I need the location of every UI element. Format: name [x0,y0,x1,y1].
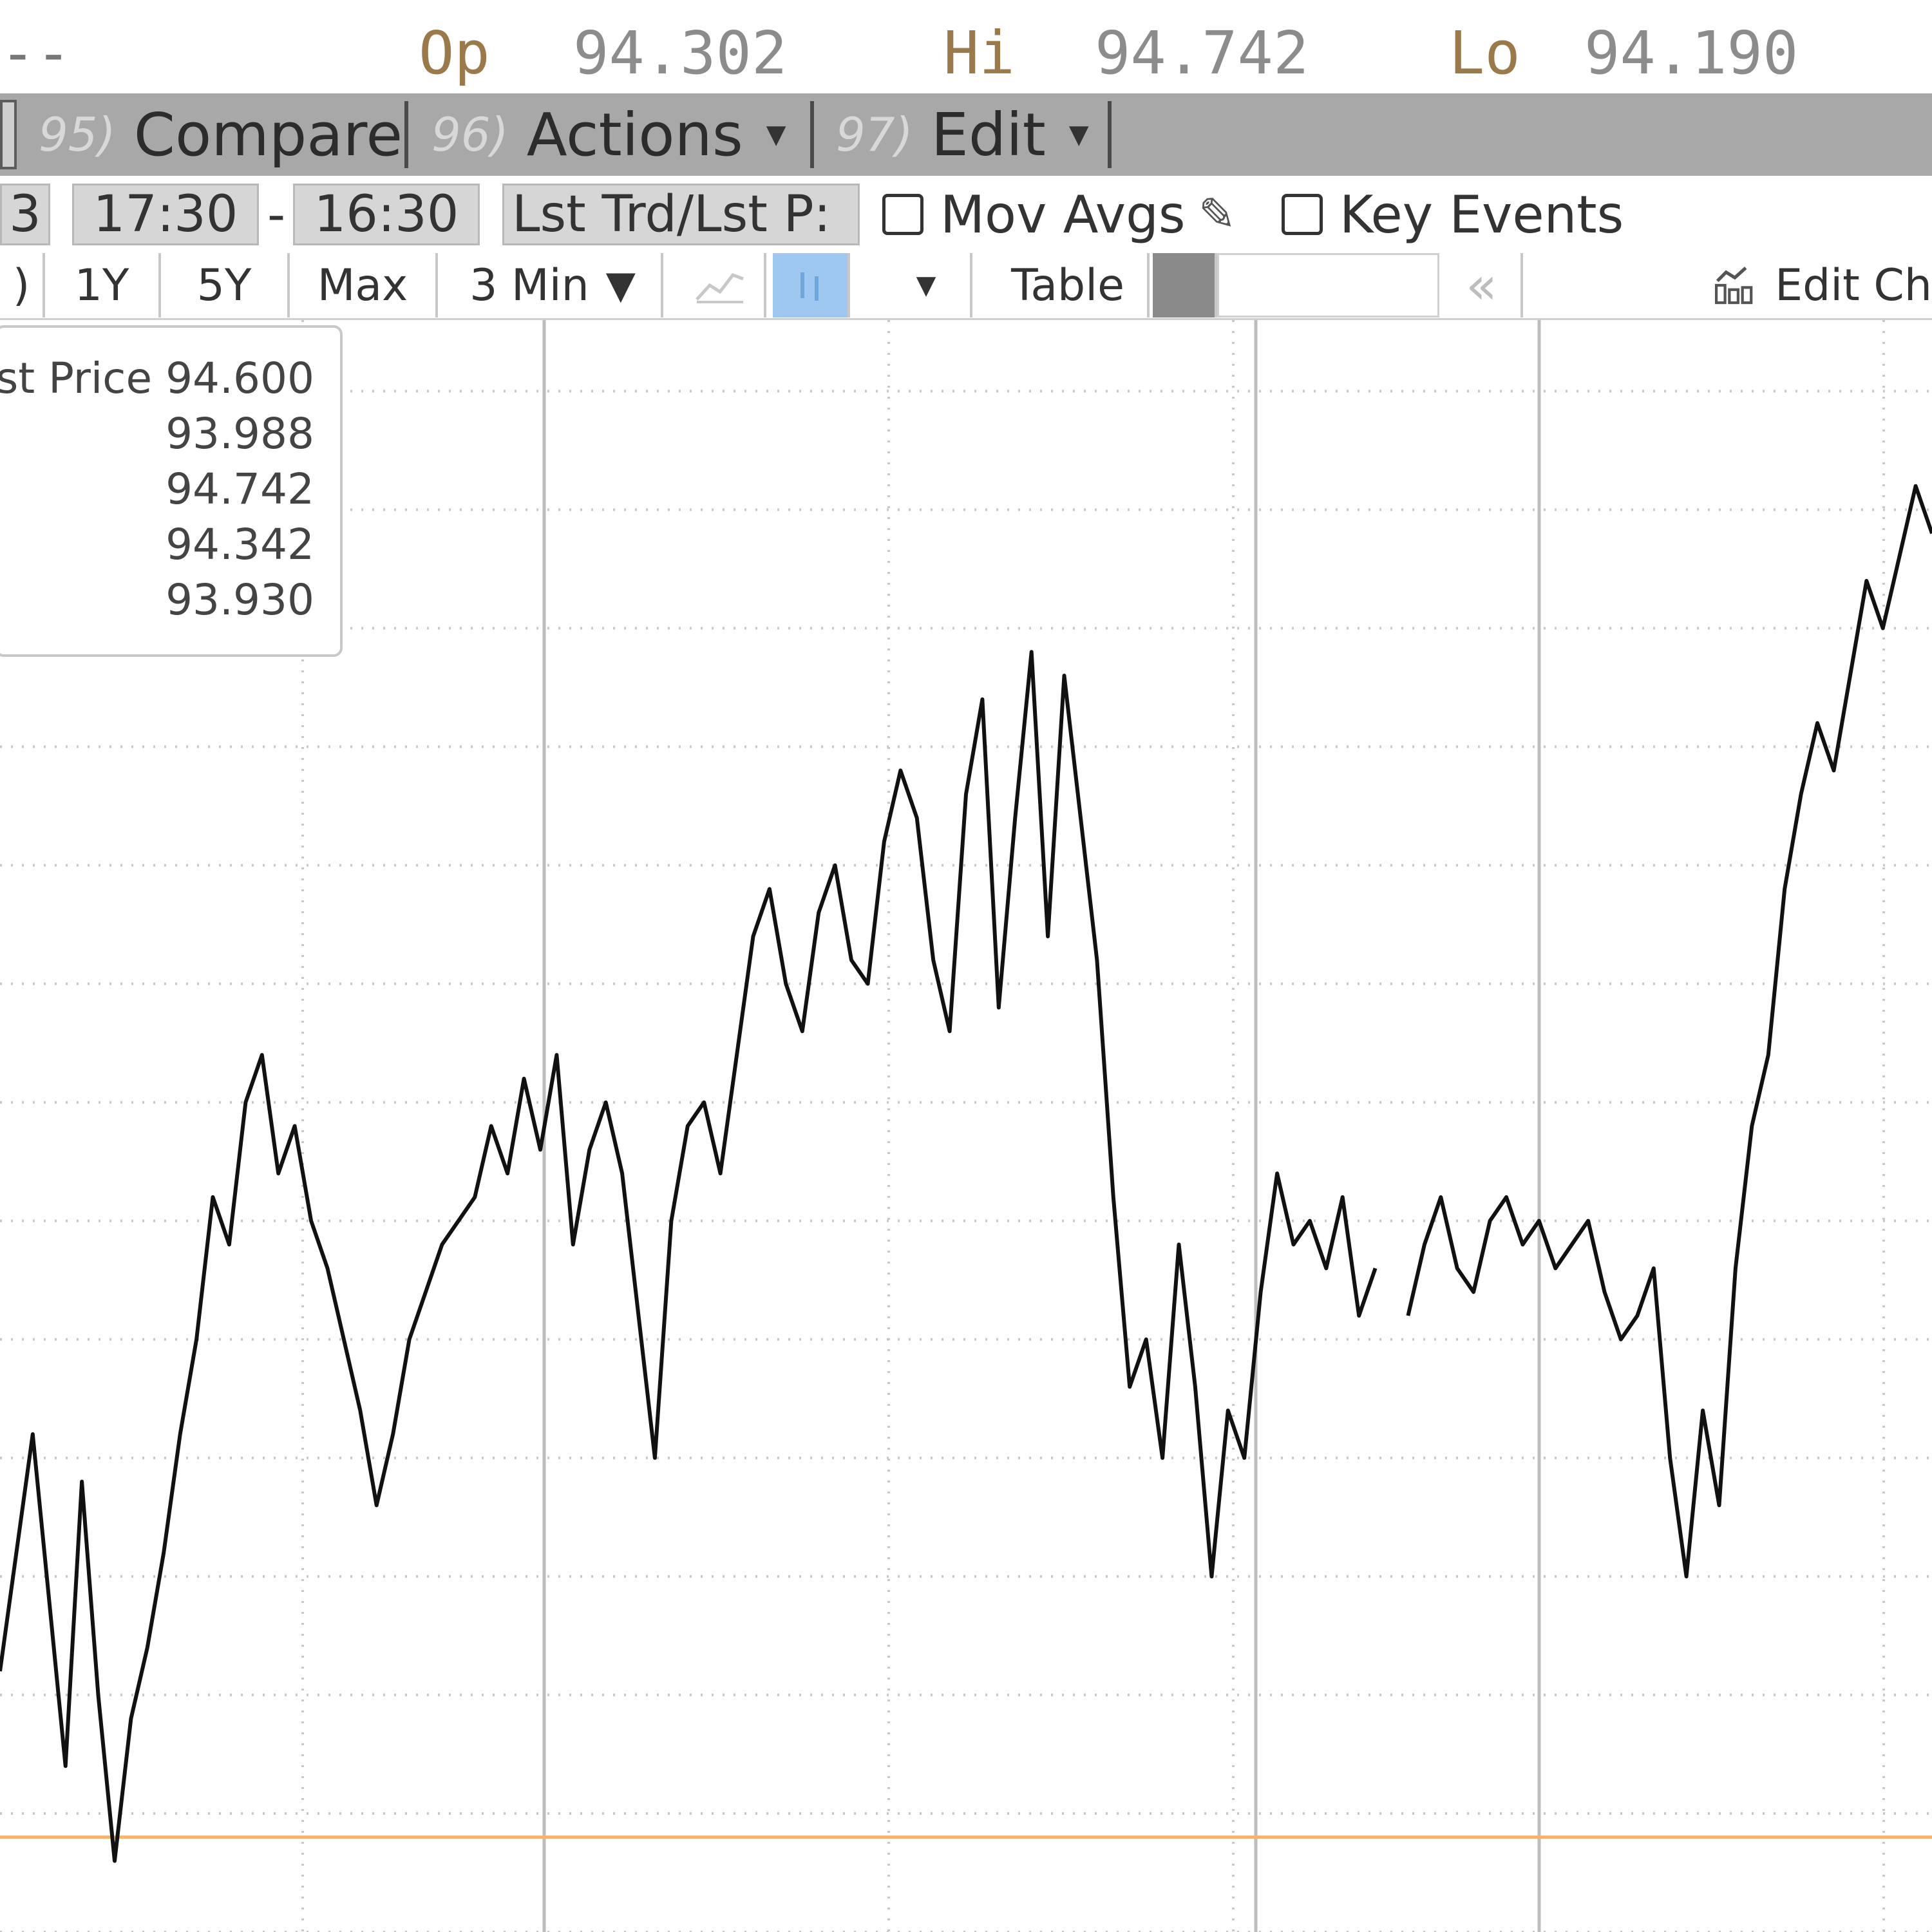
price-field-select[interactable]: Lst Trd/Lst P: [502,184,860,245]
high-label: Hi [943,19,1015,88]
high-value: 94.742 [1095,19,1309,88]
quote-dashes: -- [0,19,71,88]
period-1y-button[interactable]: 1Y [45,253,161,317]
actions-menu-label: Actions [526,100,743,169]
key-events-checkbox[interactable] [1282,194,1323,235]
triangle-down-icon: ▼ [605,263,636,308]
start-time-field[interactable]: 17:30 [72,184,259,245]
mov-avgs-checkbox[interactable] [882,194,923,235]
legend-box: st Price 94.600 93.988 94.742 94.342 93.… [0,325,343,657]
price-series-line [1406,484,1932,1578]
back-arrow-button[interactable]: « [1443,253,1523,317]
edit-menu-number: 97) [836,108,913,162]
key-events-label: Key Events [1340,184,1624,245]
mov-avgs-toggle[interactable]: Mov Avgs ✎ [882,184,1236,245]
caret-down-icon: ▼ [1068,120,1089,149]
caret-down-icon: ▼ [766,120,786,149]
legend-value: 94.600 [166,354,314,403]
legend-last-price: st Price 94.600 [0,354,314,403]
toolbar-search-input[interactable] [1217,253,1439,317]
line-chart-icon[interactable] [676,253,766,317]
legend-value: 93.988 [166,409,314,459]
edit-chart-button[interactable]: Edit Ch [1526,253,1932,317]
price-series-line [0,650,1378,1863]
function-menu-bar: 95) Compare 96) Actions ▼ 97) Edit ▼ [0,93,1932,176]
period-max-button[interactable]: Max [290,253,438,317]
edit-menu[interactable]: 97) Edit ▼ [836,93,1089,176]
open-value: 94.302 [573,19,788,88]
period-button[interactable]: ) [0,253,45,317]
key-events-toggle[interactable]: Key Events [1282,184,1624,245]
menu-divider [810,101,814,168]
open-label: Op [419,19,490,88]
date-range-toolbar: 3 17:30 - 16:30 Lst Trd/Lst P: Mov Avgs … [0,176,1932,253]
quote-strip: -- Op 94.302 Hi 94.742 Lo 94.190 [0,0,1932,93]
toolbar-spacer [1153,253,1217,317]
end-time-field[interactable]: 16:30 [293,184,480,245]
pencil-icon[interactable]: ✎ [1198,188,1236,241]
chart-type-dropdown[interactable]: ▼ [882,253,972,317]
start-date-field[interactable]: 3 [0,184,50,245]
period-5y-button[interactable]: 5Y [161,253,290,317]
caret-down-icon: ▼ [916,270,936,300]
legend-value: 93.930 [166,575,314,625]
period-toolbar: ) 1Y 5Y Max 3 Min ▼ ▼ Table « Edit Ch [0,253,1932,320]
table-button[interactable]: Table [989,253,1150,317]
edit-menu-label: Edit [931,100,1046,169]
range-separator: - [267,186,286,244]
edit-chart-icon [1714,267,1753,305]
menu-divider [1108,101,1112,168]
legend-title: st Price [0,354,153,403]
low-value: 94.190 [1584,19,1799,88]
compare-menu-number: 95) [39,108,116,162]
legend-value: 94.342 [166,520,314,569]
mov-avgs-label: Mov Avgs [940,184,1186,245]
low-label: Lo [1449,19,1520,88]
compare-menu[interactable]: 95) Compare [39,93,402,176]
actions-menu-number: 96) [431,108,509,162]
bar-chart-icon[interactable] [773,253,850,317]
actions-menu[interactable]: 96) Actions ▼ [431,93,786,176]
legend-value: 94.742 [166,464,314,514]
edit-chart-label: Edit Ch [1775,260,1932,311]
menu-left-button-stub[interactable] [0,100,17,169]
interval-dropdown[interactable]: 3 Min ▼ [444,253,663,317]
compare-menu-label: Compare [133,100,403,169]
menu-divider [404,101,408,168]
interval-label: 3 Min [469,260,589,311]
